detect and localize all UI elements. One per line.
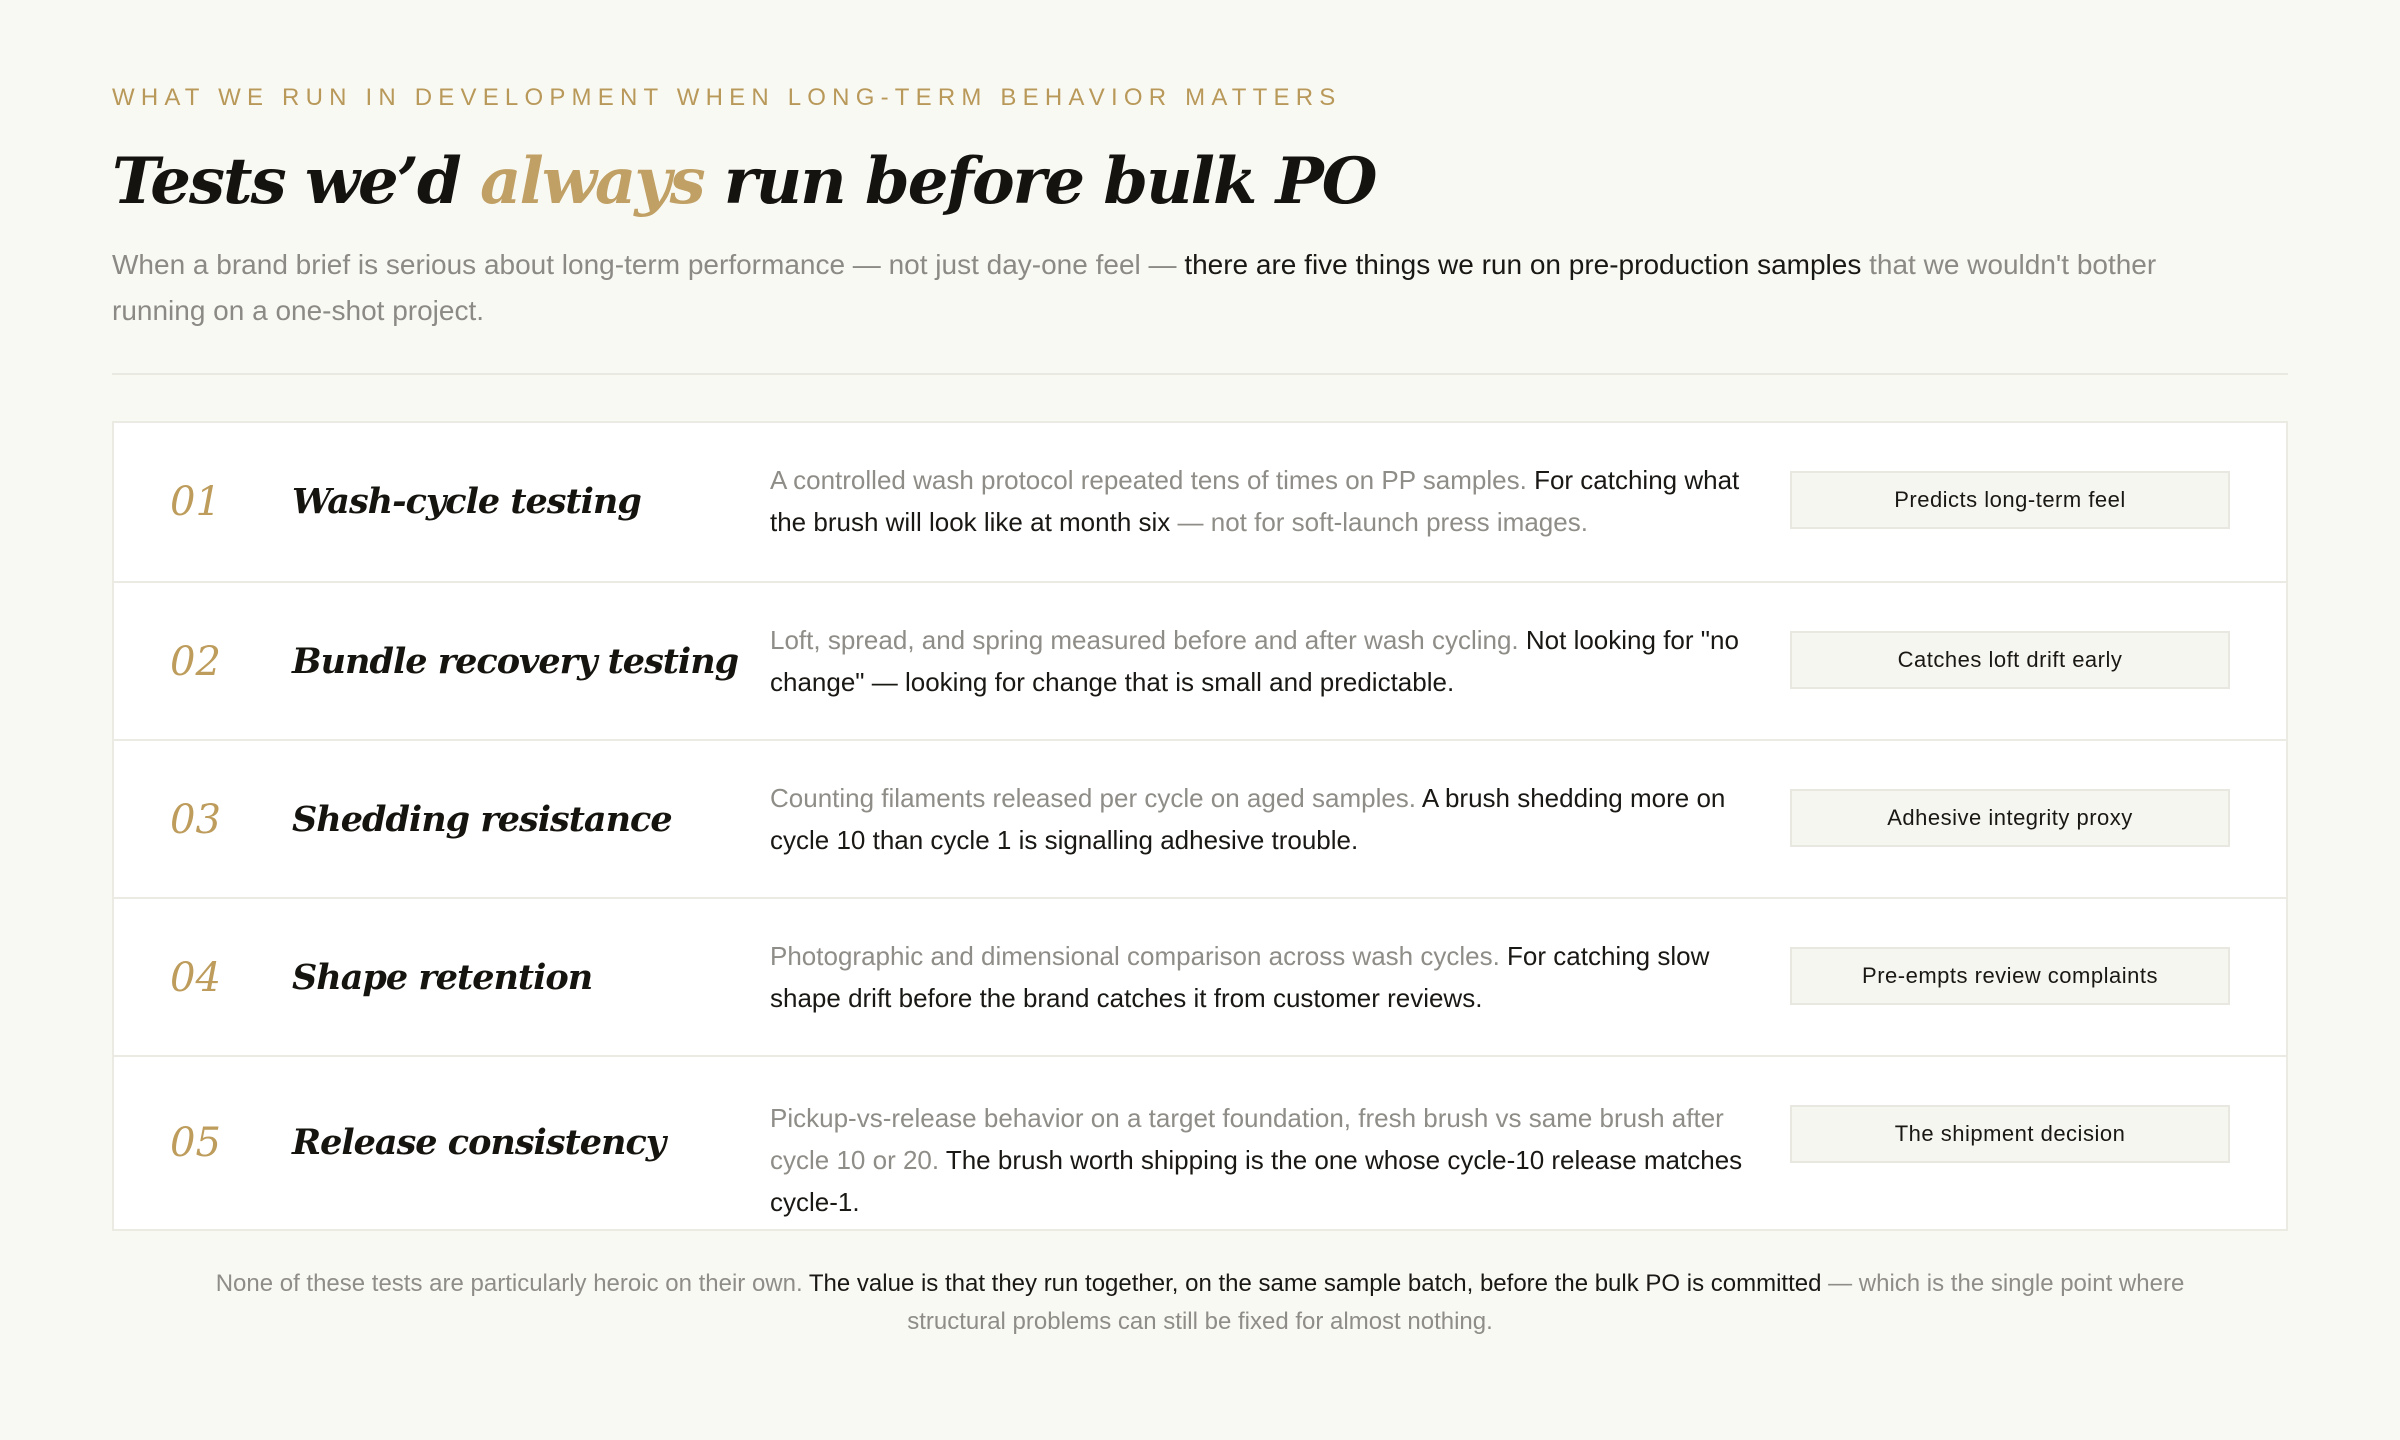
footnote-muted-text: None of these tests are particularly her… — [215, 1270, 809, 1297]
test-description: Pickup-vs-release behavior on a target f… — [770, 1097, 1750, 1223]
intro-emphasis-text: there are five things we run on pre-prod… — [1184, 249, 1862, 280]
test-row: 02 Bundle recovery testing Loft, spread,… — [114, 581, 2286, 741]
test-row: 01 Wash-cycle testing A controlled wash … — [114, 423, 2286, 581]
test-name: Shape retention — [292, 957, 593, 998]
test-number: 03 — [170, 797, 221, 843]
test-row: 04 Shape retention Photographic and dime… — [114, 897, 2286, 1057]
test-outcome-tag: Catches loft drift early — [1790, 631, 2230, 689]
title-part-after: run before bulk PO — [703, 144, 1378, 219]
page-title: Tests we’d always run before bulk PO — [112, 138, 1378, 226]
section-divider — [112, 373, 2288, 375]
test-outcome-tag: Pre-empts review complaints — [1790, 947, 2230, 1005]
footnote: None of these tests are particularly her… — [172, 1265, 2228, 1341]
intro-muted-text: When a brand brief is serious about long… — [112, 249, 1185, 280]
test-name: Wash-cycle testing — [292, 481, 642, 522]
test-description-muted: Loft, spread, and spring measured before… — [770, 625, 1526, 655]
test-number: 04 — [170, 955, 221, 1001]
intro-paragraph: When a brand brief is serious about long… — [112, 242, 2172, 334]
test-description-muted: A controlled wash protocol repeated tens… — [770, 465, 1535, 495]
test-outcome-tag: The shipment decision — [1790, 1105, 2230, 1163]
test-row: 05 Release consistency Pickup-vs-release… — [114, 1055, 2286, 1229]
title-accent-word: always — [480, 144, 706, 219]
test-number: 05 — [170, 1120, 221, 1166]
test-outcome-tag: Adhesive integrity proxy — [1790, 789, 2230, 847]
test-name: Shedding resistance — [292, 799, 673, 840]
test-row: 03 Shedding resistance Counting filament… — [114, 739, 2286, 899]
test-description-muted: Counting filaments released per cycle on… — [770, 783, 1422, 813]
test-number: 02 — [170, 639, 221, 685]
test-description-muted: Photographic and dimensional comparison … — [770, 941, 1508, 971]
test-description: Counting filaments released per cycle on… — [770, 777, 1750, 861]
test-name: Bundle recovery testing — [292, 641, 739, 682]
page: WHAT WE RUN IN DEVELOPMENT WHEN LONG-TER… — [0, 0, 2400, 1440]
eyebrow-label: WHAT WE RUN IN DEVELOPMENT WHEN LONG-TER… — [112, 84, 1342, 111]
footnote-emphasis-text: The value is that they run together, on … — [808, 1270, 1822, 1297]
title-part-before: Tests we’d — [112, 144, 481, 219]
test-description: A controlled wash protocol repeated tens… — [770, 459, 1750, 543]
test-number: 01 — [170, 479, 221, 525]
test-outcome-tag: Predicts long-term feel — [1790, 471, 2230, 529]
test-description: Photographic and dimensional comparison … — [770, 935, 1750, 1019]
tests-table: 01 Wash-cycle testing A controlled wash … — [112, 421, 2288, 1231]
test-description: Loft, spread, and spring measured before… — [770, 619, 1750, 703]
test-name: Release consistency — [292, 1122, 666, 1163]
test-description-tail: — not for soft-launch press images. — [1170, 507, 1588, 537]
